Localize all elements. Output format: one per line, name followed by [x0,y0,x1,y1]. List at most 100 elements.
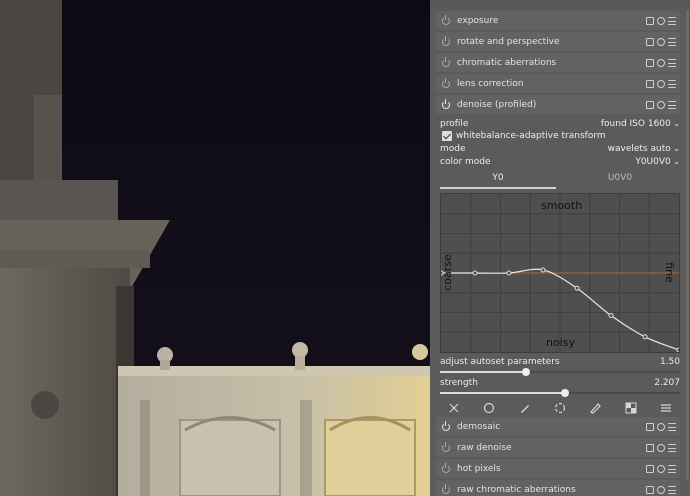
presets-icon[interactable] [646,443,654,452]
curve-node [574,285,580,291]
reset-icon[interactable] [657,58,665,67]
reset-icon[interactable] [657,443,665,452]
curve-node [642,334,648,340]
presets-icon[interactable] [646,422,654,431]
tab-u0v0[interactable]: U0V0 [562,173,678,188]
color-mode-value: Y0U0V0 [635,157,680,167]
module-name: raw chromatic aberrations [457,484,576,495]
reset-icon[interactable] [657,464,665,473]
menu-icon[interactable] [668,464,676,473]
pencil-icon[interactable] [519,402,531,414]
menu-icon[interactable] [668,58,676,67]
module-header-chromatic[interactable]: chromatic aberrations [436,53,680,72]
power-icon[interactable] [442,483,450,494]
curve-plot[interactable] [438,194,682,353]
menu-icon[interactable] [668,485,676,494]
color-mode-label: color mode [440,157,491,167]
power-icon[interactable] [442,98,450,109]
menu-icon[interactable] [668,443,676,452]
panel-scrollbar[interactable] [686,10,689,480]
presets-icon[interactable] [646,79,654,88]
menu-icon[interactable] [660,402,672,414]
curve-node [540,267,546,273]
menu-icon[interactable] [668,422,676,431]
slider-fill [440,371,527,373]
strength-label: strength [440,378,478,388]
curve-node [608,313,614,319]
color-mode-dropdown[interactable]: color mode Y0U0V0 [440,156,680,168]
module-name: raw denoise [457,442,512,453]
adjust-autoset-value: 1.50 [659,357,680,367]
strength-value: 2.207 [654,378,680,388]
presets-icon[interactable] [646,16,654,25]
module-header-raw-chromatic[interactable]: raw chromatic aberrations [436,480,680,496]
presets-icon[interactable] [646,37,654,46]
wb-adaptive-label: whitebalance-adaptive transform [456,131,606,141]
reset-icon[interactable] [657,422,665,431]
module-name: exposure [457,15,499,26]
curve-node [506,270,512,276]
wb-adaptive-checkbox[interactable] [442,131,452,141]
eyedropper-icon[interactable] [554,402,566,414]
search-strip [430,0,690,8]
menu-icon[interactable] [668,16,676,25]
presets-icon[interactable] [646,464,654,473]
module-header-hot-pixels[interactable]: hot pixels [436,459,680,478]
profile-value: found ISO 1600 [601,119,680,129]
circle-icon[interactable] [483,402,495,414]
close-icon[interactable] [448,402,460,414]
curve-node [676,347,682,353]
adjust-autoset-slider[interactable] [440,368,680,376]
checker-icon[interactable] [625,402,637,414]
adjust-autoset-label: adjust autoset parameters [440,357,560,367]
power-icon[interactable] [442,441,450,452]
wb-adaptive-row[interactable]: whitebalance-adaptive transform [456,130,676,142]
module-header-demosaic[interactable]: demosaic [436,417,680,436]
module-name: rotate and perspective [457,36,560,47]
brush-icon[interactable] [589,402,602,414]
mask-toolbar [436,398,684,418]
graph-right-label: fine [662,262,676,283]
menu-icon[interactable] [668,100,676,109]
slider-knob[interactable] [522,368,531,376]
reset-icon[interactable] [657,16,665,25]
denoise-curve-graph[interactable]: smooth noisy coarse fine [438,193,682,353]
power-icon[interactable] [442,56,450,67]
module-header-denoise[interactable]: denoise (profiled) [436,95,680,114]
slider-fill [440,392,565,394]
curve-node [472,270,478,276]
module-header-rotate[interactable]: rotate and perspective [436,32,680,51]
module-name: denoise (profiled) [457,99,537,110]
module-header-lens[interactable]: lens correction [436,74,680,93]
module-header-raw-denoise[interactable]: raw denoise [436,438,680,457]
reset-icon[interactable] [657,37,665,46]
photo-image [0,0,430,496]
menu-icon[interactable] [668,37,676,46]
graph-bottom-label: noisy [546,336,575,349]
menu-icon[interactable] [668,79,676,88]
module-name: hot pixels [457,463,501,474]
power-icon[interactable] [442,77,450,88]
power-icon[interactable] [442,14,450,25]
graph-top-label: smooth [541,199,583,212]
presets-icon[interactable] [646,100,654,109]
strength-slider[interactable] [440,389,680,397]
power-icon[interactable] [442,462,450,473]
image-canvas[interactable] [0,0,430,496]
profile-dropdown[interactable]: profile found ISO 1600 [440,118,680,130]
adjust-autoset-row: adjust autoset parameters 1.50 [440,357,680,367]
reset-icon[interactable] [657,485,665,494]
reset-icon[interactable] [657,100,665,109]
presets-icon[interactable] [646,485,654,494]
power-icon[interactable] [442,420,450,431]
module-header-exposure[interactable]: exposure [436,11,680,30]
mode-dropdown[interactable]: mode wavelets auto [440,143,680,155]
slider-knob[interactable] [560,389,569,397]
graph-left-label: coarse [440,254,454,291]
presets-icon[interactable] [646,58,654,67]
module-panel: exposure rotate and perspective chromati… [430,0,690,496]
power-icon[interactable] [442,35,450,46]
reset-icon[interactable] [657,79,665,88]
tab-y0[interactable]: Y0 [440,173,556,188]
strength-row: strength 2.207 [440,378,680,388]
